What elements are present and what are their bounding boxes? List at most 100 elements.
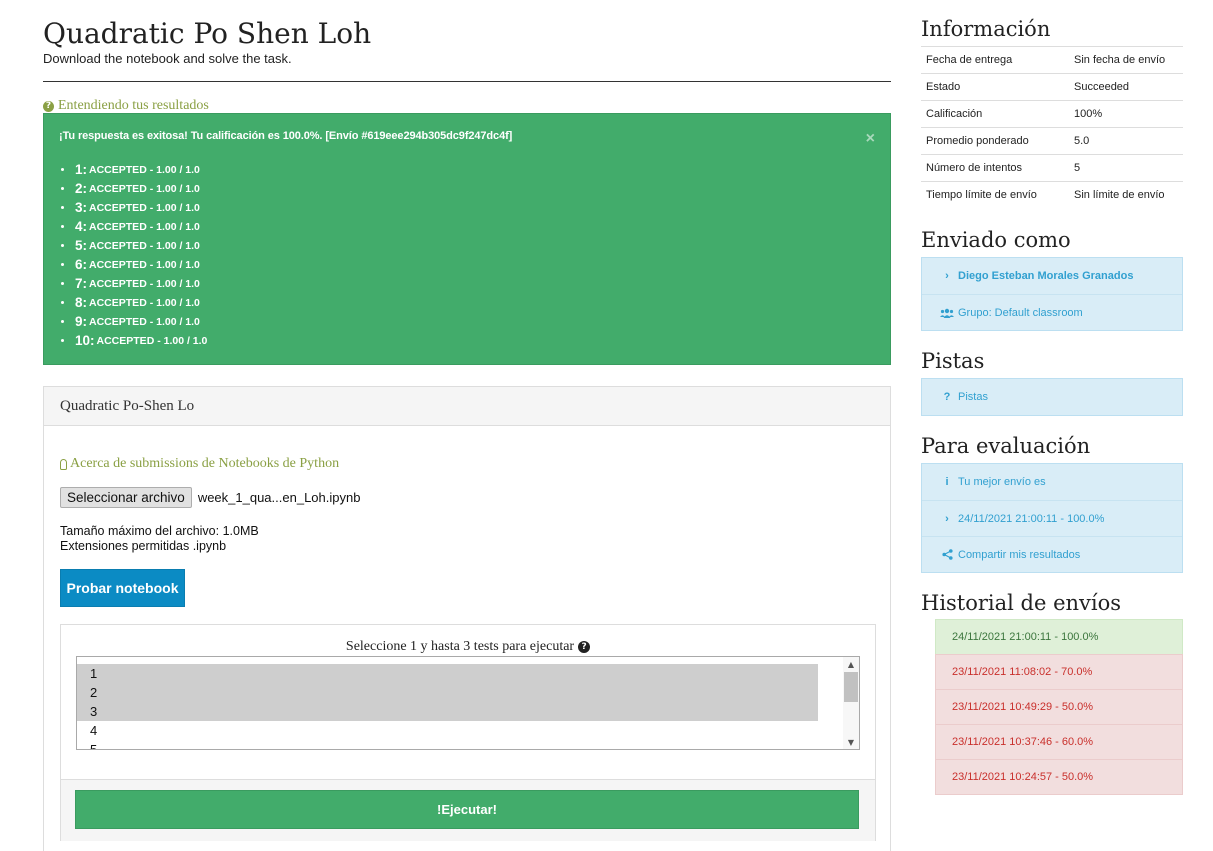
info-value: 100% xyxy=(1074,108,1103,120)
bullet-icon xyxy=(61,168,64,171)
about-notebooks-label: Acerca de submissions de Notebooks de Py… xyxy=(70,456,340,471)
understand-results-label: Entendiendo tus resultados xyxy=(58,98,209,113)
bullet-icon xyxy=(61,225,64,228)
understand-results-link[interactable]: ? Entendiendo tus resultados xyxy=(43,98,209,114)
max-size-text: Tamaño máximo del archivo: 1.0MB xyxy=(60,524,259,538)
lightbulb-icon xyxy=(60,458,67,470)
scrollbar[interactable]: ▲ ▼ xyxy=(843,657,859,749)
history-item[interactable]: 23/11/2021 10:49:29 - 50.0% xyxy=(935,689,1183,725)
list-item: 7: ACCEPTED - 1.00 / 1.0 xyxy=(61,274,207,293)
history-heading: Historial de envíos xyxy=(921,591,1122,615)
test-option[interactable]: 5 xyxy=(77,740,818,749)
result-text: ACCEPTED - 1.00 / 1.0 xyxy=(89,220,200,233)
test-option[interactable]: 4 xyxy=(77,721,818,740)
result-text: ACCEPTED - 1.00 / 1.0 xyxy=(89,315,200,328)
results-list: 1: ACCEPTED - 1.00 / 1.0 2: ACCEPTED - 1.0… xyxy=(61,160,207,350)
table-row: Calificación 100% xyxy=(921,100,1183,128)
history-item[interactable]: 23/11/2021 11:08:02 - 70.0% xyxy=(935,654,1183,690)
bullet-icon xyxy=(61,282,64,285)
bullet-icon xyxy=(61,187,64,190)
test-option[interactable]: 2 xyxy=(77,683,818,702)
list-item: 2: ACCEPTED - 1.00 / 1.0 xyxy=(61,179,207,198)
best-submission-value: 24/11/2021 21:00:11 - 100.0% xyxy=(958,512,1105,525)
tests-multiselect[interactable]: 1 2 3 4 5 ▲ ▼ xyxy=(76,656,860,750)
bullet-icon xyxy=(61,263,64,266)
file-name: week_1_qua...en_Loh.ipynb xyxy=(197,490,361,505)
list-item: 10: ACCEPTED - 1.00 / 1.0 xyxy=(61,331,207,350)
result-number: 4: xyxy=(75,219,88,234)
success-alert: ¡Tu respuesta es exitosa! Tu calificació… xyxy=(43,113,891,365)
scroll-thumb[interactable] xyxy=(844,672,858,702)
result-number: 8: xyxy=(75,295,88,310)
info-heading: Información xyxy=(921,17,1051,41)
info-value: Sin fecha de envío xyxy=(1074,54,1166,66)
question-circle-icon[interactable]: ? xyxy=(578,641,591,653)
scroll-down-icon[interactable]: ▼ xyxy=(843,735,859,749)
best-submission-info: i Tu mejor envío es xyxy=(922,464,1182,500)
users-icon xyxy=(938,308,956,318)
info-icon: i xyxy=(945,476,949,488)
tests-label-text: Seleccione 1 y hasta 3 tests para ejecut… xyxy=(345,639,575,654)
info-value: 5.0 xyxy=(1074,135,1090,147)
notebook-panel: Quadratic Po-Shen Lo Acerca de submissio… xyxy=(43,386,891,851)
close-icon[interactable]: × xyxy=(866,130,875,148)
hints-link[interactable]: ? Pistas xyxy=(922,379,1182,415)
list-item: 6: ACCEPTED - 1.00 / 1.0 xyxy=(61,255,207,274)
share-results-label: Compartir mis resultados xyxy=(958,548,1081,561)
question-circle-icon: ? xyxy=(43,100,54,112)
tests-footer: !Ejecutar! xyxy=(61,780,875,841)
history-item[interactable]: 23/11/2021 10:24:57 - 50.0% xyxy=(935,759,1183,795)
info-label: Número de intentos xyxy=(926,162,1022,174)
result-text: ACCEPTED - 1.00 / 1.0 xyxy=(89,277,200,290)
info-label: Promedio ponderado xyxy=(926,135,1029,147)
alert-message: ¡Tu respuesta es exitosa! Tu calificació… xyxy=(59,130,513,142)
best-submission-link[interactable]: › 24/11/2021 21:00:11 - 100.0% xyxy=(922,500,1182,536)
list-item: 8: ACCEPTED - 1.00 / 1.0 xyxy=(61,293,207,312)
table-row: Fecha de entrega Sin fecha de envío xyxy=(921,46,1183,74)
share-results-link[interactable]: Compartir mis resultados xyxy=(922,536,1182,572)
extensions-text: Extensiones permitidas .ipynb xyxy=(60,539,227,553)
chevron-right-icon: › xyxy=(945,512,949,525)
page-title: Quadratic Po Shen Loh xyxy=(43,17,372,50)
info-value: Succeeded xyxy=(1074,81,1130,93)
evaluation-heading: Para evaluación xyxy=(921,434,1091,458)
scroll-up-icon[interactable]: ▲ xyxy=(843,657,859,671)
hints-list: ? Pistas xyxy=(921,378,1183,416)
user-link[interactable]: › Diego Esteban Morales Granados xyxy=(922,258,1182,294)
file-info: Tamaño máximo del archivo: 1.0MB Extensi… xyxy=(60,524,259,554)
user-name: Diego Esteban Morales Granados xyxy=(958,270,1134,282)
history-item[interactable]: 24/11/2021 21:00:11 - 100.0% xyxy=(935,619,1183,655)
group-name: Grupo: Default classroom xyxy=(958,306,1083,319)
run-button[interactable]: !Ejecutar! xyxy=(75,790,859,829)
about-notebooks-link[interactable]: Acerca de submissions de Notebooks de Py… xyxy=(60,456,339,472)
bullet-icon xyxy=(61,320,64,323)
bullet-icon xyxy=(61,339,64,342)
result-text: ACCEPTED - 1.00 / 1.0 xyxy=(96,334,208,347)
page-subtitle: Download the notebook and solve the task… xyxy=(43,51,292,66)
list-item: 1: ACCEPTED - 1.00 / 1.0 xyxy=(61,160,207,179)
test-option[interactable]: 3 xyxy=(77,702,818,721)
test-notebook-button[interactable]: Probar notebook xyxy=(60,569,185,607)
list-item: 3: ACCEPTED - 1.00 / 1.0 xyxy=(61,198,207,217)
panel-title: Quadratic Po-Shen Lo xyxy=(44,387,890,426)
result-number: 9: xyxy=(75,314,88,329)
result-text: ACCEPTED - 1.00 / 1.0 xyxy=(89,201,200,214)
file-picker: Seleccionar archivo week_1_qua...en_Loh.… xyxy=(60,487,360,508)
group-link[interactable]: Grupo: Default classroom xyxy=(922,294,1182,330)
tests-label: Seleccione 1 y hasta 3 tests para ejecut… xyxy=(61,639,875,655)
result-text: ACCEPTED - 1.00 / 1.0 xyxy=(89,258,200,271)
result-text: ACCEPTED - 1.00 / 1.0 xyxy=(89,296,200,309)
info-label: Tiempo límite de envío xyxy=(926,189,1037,202)
history-item[interactable]: 23/11/2021 10:37:46 - 60.0% xyxy=(935,724,1183,760)
tests-selector-box: Seleccione 1 y hasta 3 tests para ejecut… xyxy=(60,624,876,841)
result-number: 1: xyxy=(75,162,88,177)
result-number: 5: xyxy=(75,238,88,253)
result-text: ACCEPTED - 1.00 / 1.0 xyxy=(89,182,200,195)
list-item: 9: ACCEPTED - 1.00 / 1.0 xyxy=(61,312,207,331)
test-option[interactable]: 1 xyxy=(77,664,818,683)
main-content: Quadratic Po Shen Loh Download the noteb… xyxy=(43,14,891,851)
info-label: Estado xyxy=(926,81,961,93)
info-value: 5 xyxy=(1074,162,1081,174)
select-file-button[interactable]: Seleccionar archivo xyxy=(60,487,192,508)
list-item: 4: ACCEPTED - 1.00 / 1.0 xyxy=(61,217,207,236)
